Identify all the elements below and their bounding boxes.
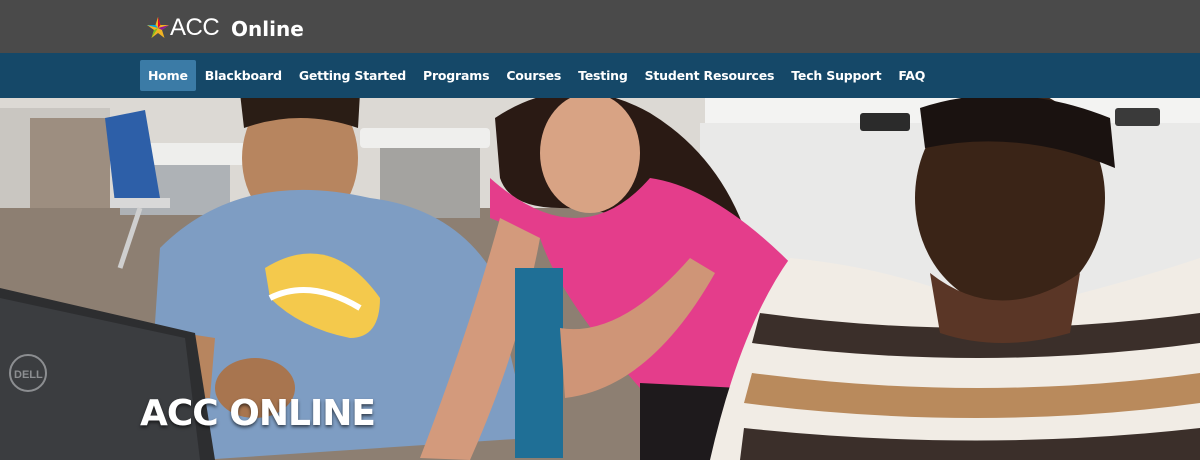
top-header: ACC Online (0, 0, 1200, 53)
hero-title: ACC ONLINE (140, 393, 376, 434)
nav-item-testing[interactable]: Testing (570, 60, 636, 91)
acc-logo[interactable]: ACC (146, 14, 220, 42)
site-name[interactable]: Online (231, 17, 304, 41)
nav-item-getting-started[interactable]: Getting Started (291, 60, 414, 91)
monitor-brand: DELL (14, 369, 43, 381)
nav-item-tech-support[interactable]: Tech Support (783, 60, 889, 91)
nav-item-blackboard[interactable]: Blackboard (197, 60, 290, 91)
star-logo-icon (147, 17, 169, 38)
nav-item-student-resources[interactable]: Student Resources (637, 60, 783, 91)
nav-item-home[interactable]: Home (140, 60, 196, 91)
main-nav: Home Blackboard Getting Started Programs… (0, 53, 1200, 98)
nav-list: Home Blackboard Getting Started Programs… (140, 60, 934, 91)
nav-item-courses[interactable]: Courses (498, 60, 569, 91)
logo-text: ACC (170, 14, 220, 41)
nav-item-programs[interactable]: Programs (415, 60, 497, 91)
nav-item-faq[interactable]: FAQ (890, 60, 933, 91)
